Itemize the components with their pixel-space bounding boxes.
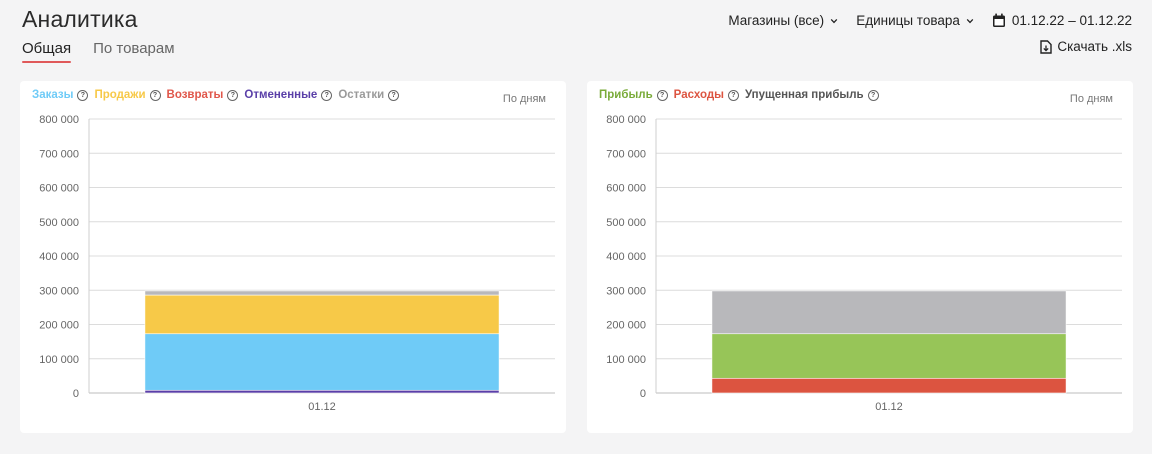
x-tick-label: 01.12 [875,401,903,413]
y-tick-label: 200 000 [606,320,646,332]
y-tick-label: 200 000 [39,320,79,332]
tab-by-products[interactable]: По товарам [93,40,174,63]
chevron-down-icon [830,18,838,23]
filters-bar: Магазины (все) Единицы товара 01.12.22 –… [728,13,1132,28]
y-tick-label: 600 000 [606,183,646,195]
y-tick-label: 400 000 [39,251,79,263]
file-download-icon [1040,39,1053,54]
bar-segment [144,290,500,296]
y-tick-label: 0 [640,388,646,400]
download-label: Скачать .xls [1057,39,1132,54]
tab-general[interactable]: Общая [22,40,72,63]
bar-segment [144,333,500,391]
y-tick-label: 500 000 [606,217,646,229]
y-tick-label: 600 000 [39,183,79,195]
y-tick-label: 100 000 [39,354,79,366]
download-xls-button[interactable]: Скачать .xls [1040,39,1132,54]
y-tick-label: 500 000 [39,217,79,229]
stacked-bar-chart: 800 000 700 000 600 000 500 000 400 000 300 0… [606,114,1122,413]
y-tick-label: 800 000 [606,114,646,126]
stores-dropdown-label: Магазины (все) [728,13,825,28]
y-tick-label: 700 000 [39,148,79,160]
y-tick-label: 100 000 [606,354,646,366]
date-range-label: 01.12.22 – 01.12.22 [1011,13,1132,28]
units-dropdown-label: Единицы товара [856,13,960,28]
y-tick-label: 700 000 [606,148,646,160]
page-title: Аналитика [22,6,138,32]
tab-bar: Общая По товарам [22,40,175,63]
profit-expenses-chart-card: Прибыль ? Расходы ? Упущенная прибыль ? … [587,81,1133,433]
stores-dropdown[interactable]: Магазины (все) [728,13,838,28]
y-tick-label: 400 000 [606,251,646,263]
bar-segment [711,290,1067,335]
y-tick-label: 300 000 [39,285,79,297]
calendar-icon [992,13,1005,27]
y-tick-label: 0 [73,388,79,400]
orders-sales-chart-card: Заказы ? Продажи ? Возвраты ? Отмененные… [20,81,566,433]
bar-segment [711,377,1067,394]
y-tick-label: 300 000 [606,285,646,297]
y-tick-label: 800 000 [39,114,79,126]
date-range-picker[interactable]: 01.12.22 – 01.12.22 [992,13,1132,28]
bar-segment [144,389,500,394]
units-dropdown[interactable]: Единицы товара [856,13,974,28]
bar-segment [144,294,500,335]
stacked-bar-chart: 800 000 700 000 600 000 500 000 400 000 300 0… [39,114,555,413]
bar-segment [711,333,1067,379]
x-tick-label: 01.12 [308,401,336,413]
chevron-down-icon [966,18,974,23]
